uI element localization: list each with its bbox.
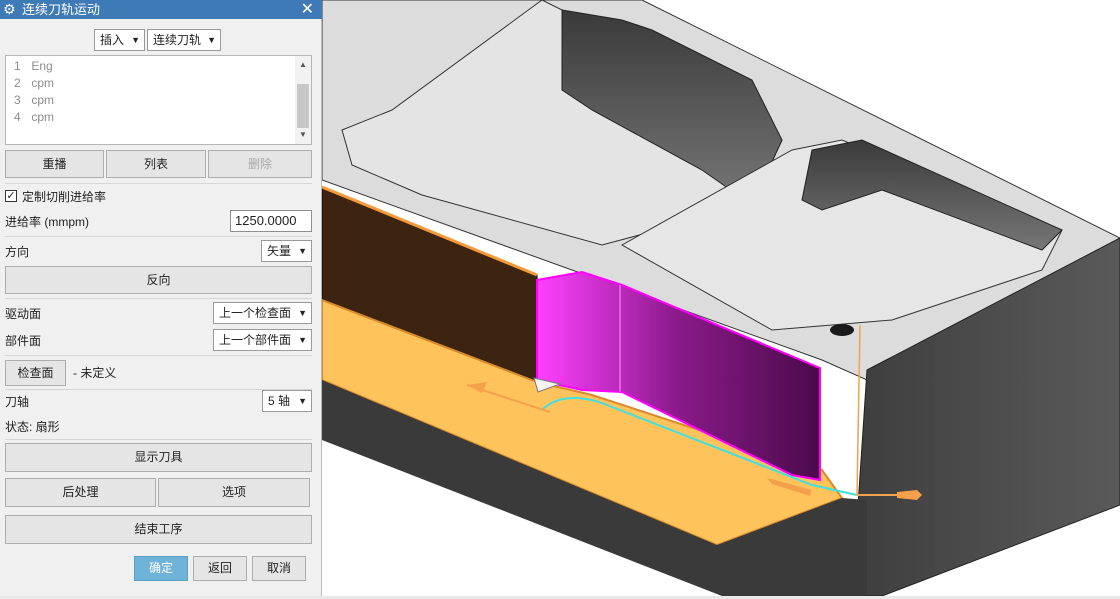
status-text: 状态: 扇形 (5, 420, 60, 434)
end-operation-button[interactable]: 结束工序 (5, 515, 312, 544)
back-button[interactable]: 返回 (193, 556, 247, 581)
list-item-text: cpm (31, 110, 55, 124)
tool-axis-label: 刀轴 (5, 395, 30, 409)
chevron-down-icon: ▼ (131, 35, 140, 45)
list-item-number: 4 (14, 110, 21, 124)
gear-icon: ⚙ (3, 1, 16, 17)
tool-axis-dropdown[interactable]: 5 轴 ▼ (262, 390, 312, 412)
chevron-down-icon: ▼ (298, 335, 307, 345)
motion-list[interactable]: 1 Eng 2 cpm 3 cpm 4 cpm ▲ ▼ (5, 55, 312, 145)
divider (5, 439, 312, 440)
part-model-view (321, 0, 1120, 597)
list-item[interactable]: 3 cpm (14, 92, 54, 109)
list-item[interactable]: 1 Eng (14, 58, 53, 75)
custom-feed-checkbox[interactable]: ✓ (5, 190, 17, 202)
part-surface-dropdown-value: 上一个部件面 (219, 333, 292, 347)
chevron-down-icon: ▼ (298, 308, 307, 318)
chevron-down-icon: ▼ (298, 396, 307, 406)
ok-button[interactable]: 确定 (134, 556, 188, 581)
scroll-up-icon[interactable]: ▲ (295, 58, 311, 72)
scroll-down-icon[interactable]: ▼ (295, 128, 311, 142)
list-scrollbar[interactable]: ▲ ▼ (295, 56, 311, 144)
show-tool-button[interactable]: 显示刀具 (5, 443, 312, 472)
check-surface-button[interactable]: 检查面 (5, 360, 66, 386)
chevron-down-icon: ▼ (298, 246, 307, 256)
drive-surface-dropdown[interactable]: 上一个检查面 ▼ (213, 302, 312, 324)
direction-dropdown[interactable]: 矢量 ▼ (261, 240, 312, 262)
motion-type-dropdown[interactable]: 连续刀轨 ▼ (147, 29, 221, 51)
list-item-text: cpm (31, 76, 55, 90)
motion-type-dropdown-value: 连续刀轨 (153, 33, 202, 47)
reverse-button[interactable]: 反向 (5, 266, 312, 294)
custom-feed-label: 定制切削进给率 (22, 190, 107, 204)
divider (5, 236, 312, 237)
close-icon[interactable]: ✕ (301, 0, 314, 19)
check-surface-status: - 未定义 (73, 366, 117, 380)
list-item-text: cpm (31, 93, 55, 107)
list-item-text: Eng (31, 59, 53, 73)
direction-dropdown-value: 矢量 (267, 244, 292, 258)
insert-dropdown[interactable]: 插入 ▼ (94, 29, 145, 51)
hole-feature (830, 324, 854, 336)
continuous-toolpath-dialog: ⚙ 连续刀轨运动 ✕ 插入 ▼ 连续刀轨 ▼ 1 Eng 2 cpm 3 cpm… (0, 0, 322, 596)
insert-dropdown-value: 插入 (100, 33, 125, 47)
divider (5, 183, 312, 184)
list-item-number: 3 (14, 93, 21, 107)
post-process-button[interactable]: 后处理 (5, 478, 156, 507)
options-button[interactable]: 选项 (158, 478, 310, 507)
divider (5, 298, 312, 299)
dialog-title: 连续刀轨运动 (22, 2, 101, 17)
list-button[interactable]: 列表 (106, 150, 206, 178)
drive-surface-dropdown-value: 上一个检查面 (219, 306, 292, 320)
list-item-number: 1 (14, 59, 21, 73)
chevron-down-icon: ▼ (207, 35, 216, 45)
part-surface-dropdown[interactable]: 上一个部件面 ▼ (213, 329, 312, 351)
direction-label: 方向 (5, 245, 30, 259)
scroll-thumb[interactable] (297, 84, 309, 128)
list-item[interactable]: 4 cpm (14, 109, 54, 126)
dialog-titlebar: ⚙ 连续刀轨运动 ✕ (0, 0, 322, 19)
tool-axis-dropdown-value: 5 轴 (268, 394, 291, 408)
list-item-number: 2 (14, 76, 21, 90)
part-surface-label: 部件面 (5, 334, 42, 348)
feed-rate-label: 进给率 (mmpm) (5, 215, 89, 229)
drive-surface-label: 驱动面 (5, 307, 42, 321)
feed-rate-input[interactable]: 1250.0000 (230, 210, 312, 232)
graphics-viewport[interactable] (321, 0, 1120, 597)
delete-button[interactable]: 删除 (208, 150, 312, 178)
list-item[interactable]: 2 cpm (14, 75, 54, 92)
replay-button[interactable]: 重播 (5, 150, 104, 178)
cancel-button[interactable]: 取消 (252, 556, 306, 581)
divider (5, 355, 312, 356)
